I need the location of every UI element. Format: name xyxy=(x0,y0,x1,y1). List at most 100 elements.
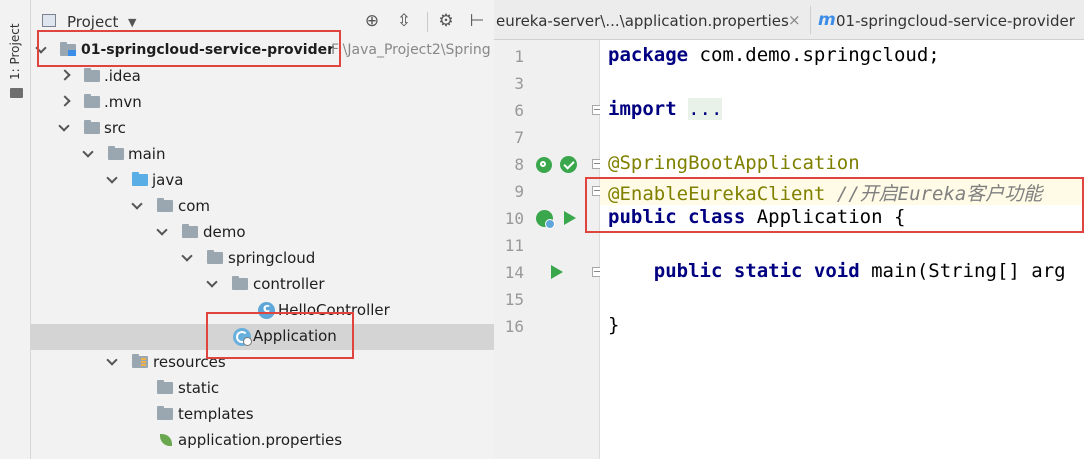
tree-root-path: F:\Java_Project2\Spring xyxy=(331,42,491,58)
line-number: 6 xyxy=(514,101,524,120)
chevron-right-icon[interactable] xyxy=(59,70,69,80)
chevron-down-icon[interactable] xyxy=(182,252,192,262)
chevron-down-icon[interactable] xyxy=(83,148,93,158)
gear-icon[interactable]: ⚙ xyxy=(436,11,456,31)
tree-label-src: src xyxy=(104,119,126,137)
project-tool-window-tab[interactable]: 1: Project xyxy=(6,16,26,86)
tree-label-java: java xyxy=(152,171,184,189)
run-icon[interactable] xyxy=(564,211,576,225)
editor-tab-bar: eureka-server\...\application.properties… xyxy=(494,0,1084,40)
tree-row-static[interactable]: static xyxy=(31,376,494,402)
project-panel-header: Project ▼ ⊕ ⇳ ⚙ ⊢ xyxy=(31,0,494,40)
code-editor[interactable]: package com.demo.springcloud; import ...… xyxy=(600,40,1084,459)
tree-label-controller: controller xyxy=(253,275,325,293)
spring-config-gutter-icon[interactable] xyxy=(560,156,577,173)
spring-bean-gutter-icon[interactable] xyxy=(536,157,552,173)
tree-row-springcloud[interactable]: springcloud xyxy=(31,246,494,272)
chevron-down-icon[interactable] xyxy=(157,226,167,236)
code-comment: //开启Eureka客户功能 xyxy=(825,183,1043,205)
collapse-all-icon[interactable]: ⇳ xyxy=(394,11,414,31)
project-tool-window-label: 1: Project xyxy=(8,23,22,80)
tab-application-properties[interactable]: eureka-server\...\application.properties… xyxy=(494,0,810,39)
line-number: 1 xyxy=(514,47,524,66)
code-line-15: } xyxy=(608,314,620,336)
tree-row-mvn[interactable]: .mvn xyxy=(31,90,494,116)
tree-row-application[interactable]: Application xyxy=(31,324,494,350)
java-class-icon xyxy=(258,301,275,319)
tab-label-service-provider: 01-springcloud-service-provider xyxy=(836,12,1075,30)
tree-label-main: main xyxy=(128,145,166,163)
folder-icon xyxy=(84,68,100,82)
chevron-down-icon[interactable] xyxy=(107,174,117,184)
folder-icon xyxy=(108,146,124,160)
tree-row-hello-controller[interactable]: HelloController xyxy=(31,298,494,324)
chevron-down-icon[interactable] xyxy=(207,278,217,288)
package-icon xyxy=(232,276,248,290)
tree-label-application: Application xyxy=(253,327,337,345)
tree-row-main[interactable]: main xyxy=(31,142,494,168)
tree-row-root[interactable]: 01-springcloud-service-provider F:\Java_… xyxy=(31,38,494,64)
tab-label-application-properties: eureka-server\...\application.properties xyxy=(496,12,789,30)
tree-row-src[interactable]: src xyxy=(31,116,494,142)
tree-row-idea[interactable]: .idea xyxy=(31,64,494,90)
spring-app-gutter-icon[interactable] xyxy=(536,210,555,229)
chevron-down-icon[interactable] xyxy=(36,44,46,54)
chevron-down-icon[interactable]: ▼ xyxy=(128,16,136,29)
tool-window-strip: 1: Project xyxy=(0,0,31,459)
tab-service-provider[interactable]: m 01-springcloud-service-provider xyxy=(816,0,1084,39)
class-declaration: Application { xyxy=(745,206,906,228)
keyword-import: import xyxy=(608,98,677,120)
code-line-1: package com.demo.springcloud; xyxy=(608,44,940,66)
tree-row-com[interactable]: com xyxy=(31,194,494,220)
package-icon xyxy=(207,250,223,264)
folder-icon xyxy=(84,94,100,108)
package-name: com.demo.springcloud; xyxy=(688,44,940,66)
keyword-public-static-void: public static void xyxy=(653,260,860,282)
maven-module-icon: m xyxy=(818,10,836,30)
line-number: 15 xyxy=(504,290,524,309)
annotation-enable-eureka-client: @EnableEurekaClient xyxy=(608,183,826,205)
tree-row-resources[interactable]: resources xyxy=(31,350,494,376)
tree-label-com: com xyxy=(178,197,211,215)
spring-boot-app-icon xyxy=(233,328,252,346)
hide-panel-icon[interactable]: ⊢ xyxy=(467,11,487,31)
tree-row-java[interactable]: java xyxy=(31,168,494,194)
line-number: 8 xyxy=(514,155,524,174)
code-line-11: public static void main(String[] arg xyxy=(608,260,1066,282)
close-icon[interactable]: × xyxy=(788,11,801,29)
tree-label-springcloud: springcloud xyxy=(228,249,316,267)
tree-row-demo[interactable]: demo xyxy=(31,220,494,246)
tree-label-demo: demo xyxy=(203,223,246,241)
window-icon xyxy=(42,14,56,27)
tree-row-templates[interactable]: templates xyxy=(31,402,494,428)
folder-icon xyxy=(157,406,173,420)
header-divider xyxy=(427,12,428,32)
code-line-7: @SpringBootApplication xyxy=(608,152,860,174)
spring-properties-icon xyxy=(158,433,174,447)
package-icon xyxy=(157,198,173,212)
project-panel: Project ▼ ⊕ ⇳ ⚙ ⊢ 01-springcloud-service… xyxy=(31,0,494,459)
code-line-8: @EnableEurekaClient //开启Eureka客户功能 xyxy=(608,179,1042,206)
editor-gutter: 1 3 6 7 8 9 10 11 14 15 16 xyxy=(494,40,602,459)
tree-label-hello-controller: HelloController xyxy=(278,301,390,319)
chevron-right-icon[interactable] xyxy=(59,96,69,106)
project-view-selector[interactable]: Project xyxy=(67,13,118,31)
chevron-down-icon[interactable] xyxy=(107,356,117,366)
tree-row-application-properties[interactable]: application.properties xyxy=(31,428,494,454)
line-number: 3 xyxy=(514,74,524,93)
tree-label-static: static xyxy=(178,379,220,397)
package-icon xyxy=(182,224,198,238)
line-number: 11 xyxy=(504,236,524,255)
chevron-down-icon[interactable] xyxy=(59,122,69,132)
line-number: 16 xyxy=(504,317,524,336)
run-icon[interactable] xyxy=(551,265,563,279)
source-folder-icon xyxy=(132,172,148,186)
line-number: 10 xyxy=(504,209,524,228)
chevron-down-icon[interactable] xyxy=(132,200,142,210)
folded-imports[interactable]: ... xyxy=(688,98,723,120)
keyword-package: package xyxy=(608,44,689,66)
locate-file-icon[interactable]: ⊕ xyxy=(362,11,382,31)
tree-row-controller[interactable]: controller xyxy=(31,272,494,298)
code-line-3: import ... xyxy=(608,98,723,120)
line-number: 14 xyxy=(504,263,524,282)
